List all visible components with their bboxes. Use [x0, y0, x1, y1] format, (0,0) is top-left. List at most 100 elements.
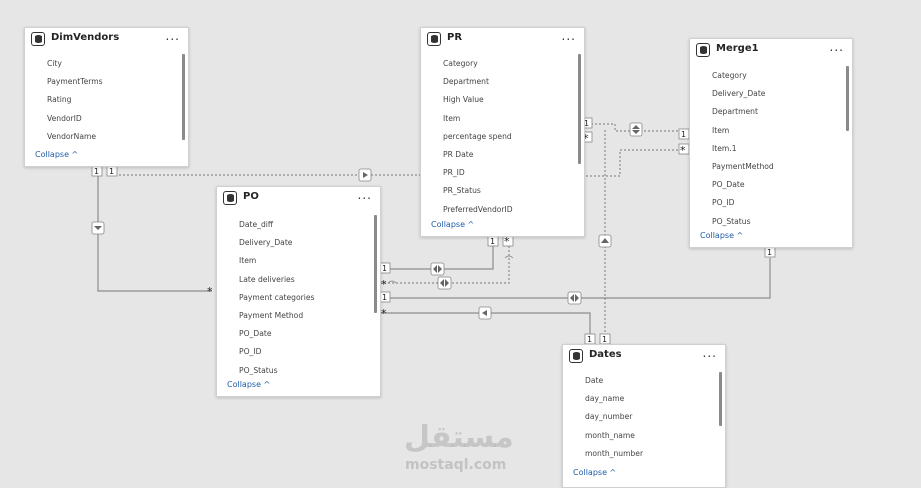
table-title: DimVendors [51, 32, 120, 43]
field-row[interactable]: PO_Date [690, 176, 842, 194]
table-header[interactable]: DimVendors ... [25, 28, 188, 52]
field-row[interactable]: day_number [563, 408, 715, 426]
field-row[interactable]: Late deliveries [217, 271, 370, 289]
field-row[interactable]: PO_Date [217, 325, 370, 343]
field-row[interactable]: Payment categories [217, 289, 370, 307]
chevron-up-icon: ^ [71, 150, 79, 159]
card-dimvendors-one-a: 1 [94, 167, 99, 176]
field-row[interactable]: VendorName [25, 128, 178, 146]
bidirectional-vertical-icon [629, 122, 643, 137]
field-row[interactable]: Category [690, 67, 842, 85]
card-po-one-a: 1 [382, 264, 387, 273]
card-dates-one-b: 1 [602, 335, 607, 344]
field-row[interactable]: PreferredVendorID [421, 201, 574, 219]
table-po[interactable]: PO ... Date_diff Delivery_Date Item Late de… [216, 186, 381, 397]
table-header[interactable]: Merge1 ... [690, 39, 852, 63]
field-row[interactable]: month_name [563, 427, 715, 445]
field-row[interactable]: Delivery_Date [690, 85, 842, 103]
card-po-many-b: * [381, 278, 387, 291]
field-row[interactable]: VendorID [25, 110, 178, 128]
field-row[interactable]: month_number [563, 445, 715, 463]
rel-merge1-pr-b [583, 149, 690, 177]
watermark-text: mostaql.com [405, 457, 507, 473]
card-dates-one-a: 1 [587, 335, 592, 344]
collapse-label: Collapse [573, 468, 607, 477]
scrollbar[interactable] [719, 372, 722, 426]
arrow-right-icon [358, 168, 372, 182]
table-header[interactable]: PR ... [421, 28, 584, 52]
more-options-icon[interactable]: ... [562, 29, 576, 43]
field-row[interactable]: Department [690, 103, 842, 121]
table-pr[interactable]: PR ... Category Department High Value Item p… [420, 27, 585, 237]
collapse-label: Collapse [431, 220, 465, 229]
field-row[interactable]: Date_diff [217, 216, 370, 234]
field-list: Category Delivery_Date Department Item Item.… [690, 67, 842, 232]
bidirectional-icon [437, 276, 452, 290]
table-icon [569, 349, 583, 363]
field-row[interactable]: Department [421, 73, 574, 91]
field-row[interactable]: High Value [421, 91, 574, 109]
chevron-up-icon: ^ [736, 231, 744, 240]
table-title: PR [447, 32, 463, 43]
table-icon [31, 32, 45, 46]
field-row[interactable]: Item [690, 122, 842, 140]
table-merge1[interactable]: Merge1 ... Category Delivery_Date Departme… [689, 38, 853, 248]
rel-dimvendors-po [97, 172, 212, 292]
table-icon [696, 43, 710, 57]
card-po-many-c: * [381, 307, 387, 320]
table-title: PO [243, 191, 259, 202]
field-row[interactable]: Rating [25, 91, 178, 109]
field-row[interactable]: Delivery_Date [217, 234, 370, 252]
field-row[interactable]: percentage spend [421, 128, 574, 146]
scrollbar[interactable] [182, 54, 185, 140]
field-row[interactable]: PaymentTerms [25, 73, 178, 91]
collapse-label: Collapse [700, 231, 734, 240]
table-dates[interactable]: Dates ... Date day_name day_number month_na… [562, 344, 726, 488]
table-header[interactable]: Dates ... [563, 345, 725, 369]
field-row[interactable]: City [25, 55, 178, 73]
arrow-up-icon [598, 234, 612, 248]
field-row[interactable]: PO_ID [690, 194, 842, 212]
scrollbar[interactable] [374, 215, 377, 313]
collapse-button[interactable]: Collapse ^ [227, 380, 270, 389]
field-list: City PaymentTerms Rating VendorID VendorName [25, 55, 178, 147]
scrollbar[interactable] [578, 54, 581, 164]
table-title: Dates [589, 349, 622, 360]
card-dimvendors-one-b: 1 [109, 167, 114, 176]
collapse-button[interactable]: Collapse ^ [431, 220, 474, 229]
arrow-down-icon [91, 221, 105, 235]
field-row[interactable]: PR_ID [421, 164, 574, 182]
field-row[interactable]: PO_ID [217, 343, 370, 361]
collapse-button[interactable]: Collapse ^ [35, 150, 78, 159]
field-row[interactable]: Date [563, 372, 715, 390]
collapse-button[interactable]: Collapse ^ [573, 468, 616, 477]
card-po-many-a: * [207, 285, 213, 298]
more-options-icon[interactable]: ... [703, 346, 717, 360]
card-pr-one: 1 [490, 237, 495, 246]
table-icon [427, 32, 441, 46]
collapse-button[interactable]: Collapse ^ [700, 231, 743, 240]
scrollbar[interactable] [846, 66, 849, 131]
field-row[interactable]: PaymentMethod [690, 158, 842, 176]
field-row[interactable]: PO_Status [690, 213, 842, 231]
table-header[interactable]: PO ... [217, 187, 380, 211]
field-row[interactable]: PO_Status [217, 362, 370, 376]
field-row[interactable]: Payment Method [217, 307, 370, 325]
more-options-icon[interactable]: ... [830, 40, 844, 54]
card-merge1-many: * [680, 144, 686, 157]
collapse-label: Collapse [227, 380, 261, 389]
field-row[interactable]: Item [421, 110, 574, 128]
field-row[interactable]: Item [217, 252, 370, 270]
field-row[interactable]: Category [421, 55, 574, 73]
field-row[interactable]: PR_Status [421, 182, 574, 200]
more-options-icon[interactable]: ... [166, 29, 180, 43]
table-dimvendors[interactable]: DimVendors ... City PaymentTerms Rating Ven… [24, 27, 189, 167]
bidirectional-icon [430, 262, 445, 276]
chevron-up-icon: ^ [467, 220, 475, 229]
field-row[interactable]: Item.1 [690, 140, 842, 158]
field-row[interactable]: day_name [563, 390, 715, 408]
field-row[interactable]: PR Date [421, 146, 574, 164]
more-options-icon[interactable]: ... [358, 188, 372, 202]
table-title: Merge1 [716, 43, 759, 54]
chevron-up-icon: ^ [609, 468, 617, 477]
